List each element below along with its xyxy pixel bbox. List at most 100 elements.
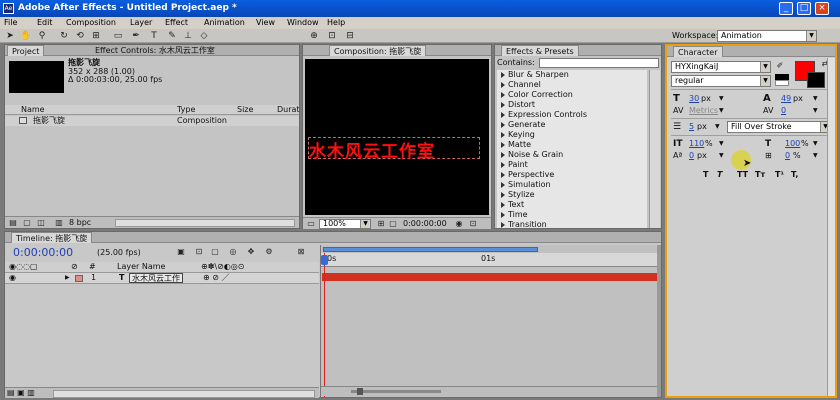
- col-layer-name[interactable]: Layer Name: [117, 262, 165, 272]
- list-item[interactable]: Paint: [497, 160, 528, 170]
- chevron-down-icon[interactable]: ▼: [813, 106, 818, 116]
- snapshot-icon[interactable]: ◉: [453, 218, 465, 230]
- layer-duration-bar[interactable]: [322, 273, 657, 281]
- tracking-value[interactable]: 0: [781, 106, 786, 116]
- pan-behind-icon[interactable]: ⊞: [90, 30, 102, 42]
- eyedropper-icon[interactable]: ✐: [774, 60, 786, 72]
- font-style-select[interactable]: regular ▼: [671, 75, 771, 87]
- tab-composition[interactable]: Composition: 拖影飞旋: [329, 45, 427, 56]
- minimize-button[interactable]: _: [779, 2, 793, 15]
- tab-project[interactable]: Project: [7, 45, 45, 56]
- list-item[interactable]: Matte: [497, 140, 531, 150]
- motion-blur-icon[interactable]: ◎: [227, 246, 239, 258]
- menu-layer[interactable]: Layer: [130, 17, 152, 29]
- table-row[interactable]: ◉ ▶ 1 T 水木风云工作 ⊕ ⊘ ／: [5, 273, 319, 284]
- chevron-down-icon[interactable]: ▼: [719, 151, 724, 161]
- footer-toggle-icons[interactable]: ▤ ▣ ▥: [7, 388, 35, 398]
- stroke-color-swatch[interactable]: [807, 72, 825, 88]
- leading-value[interactable]: 49: [781, 94, 791, 104]
- list-item[interactable]: Noise & Grain: [497, 150, 563, 160]
- chevron-down-icon[interactable]: ▼: [813, 94, 818, 104]
- table-row[interactable]: 拖影飞旋 Composition: [5, 116, 299, 126]
- list-item[interactable]: Generate: [497, 120, 545, 130]
- menu-composition[interactable]: Composition: [66, 17, 116, 29]
- list-item[interactable]: Distort: [497, 100, 535, 110]
- brainstorm-icon[interactable]: ⚙: [263, 246, 275, 258]
- tsume-value[interactable]: 0: [785, 151, 790, 161]
- list-item[interactable]: Channel: [497, 80, 541, 90]
- menu-edit[interactable]: Edit: [37, 17, 53, 29]
- all-caps-button[interactable]: TT: [737, 170, 748, 180]
- bpc-label[interactable]: 8 bpc: [69, 218, 91, 228]
- layer-name[interactable]: 水木风云工作: [129, 273, 183, 283]
- text-tool-icon[interactable]: T: [148, 30, 160, 42]
- brush-tool-icon[interactable]: ✎: [166, 30, 178, 42]
- list-item[interactable]: Blur & Sharpen: [497, 70, 569, 80]
- contains-search-input[interactable]: [539, 58, 659, 68]
- pen-tool-icon[interactable]: ✒: [130, 30, 142, 42]
- vertical-scale-value[interactable]: 110: [689, 139, 704, 149]
- tab-character[interactable]: Character: [673, 46, 723, 57]
- kerning-value[interactable]: Metrics: [689, 106, 718, 116]
- view-axis-icon[interactable]: ⊟: [344, 30, 356, 42]
- mask-tool-icon[interactable]: ▭: [112, 30, 124, 42]
- timeline-horizontal-scrollbar[interactable]: [53, 390, 315, 398]
- axis-mode-icon[interactable]: ⊕: [308, 30, 320, 42]
- layer-label-color[interactable]: [75, 275, 83, 282]
- world-axis-icon[interactable]: ⊡: [326, 30, 338, 42]
- camera-icon[interactable]: ⊡: [467, 218, 479, 230]
- zoom-slider-track[interactable]: [351, 390, 441, 393]
- zoom-tool-icon[interactable]: ⚲: [36, 30, 48, 42]
- new-comp-icon[interactable]: ◫: [35, 217, 47, 229]
- menu-animation[interactable]: Animation: [204, 17, 245, 29]
- list-item[interactable]: Transition: [497, 220, 547, 228]
- menu-file[interactable]: File: [4, 17, 17, 29]
- faux-italic-button[interactable]: T: [717, 170, 722, 180]
- interpret-footage-icon[interactable]: ▤: [7, 217, 19, 229]
- chevron-down-icon[interactable]: ▼: [719, 94, 724, 104]
- delete-icon[interactable]: ▥: [53, 217, 65, 229]
- subscript-button[interactable]: T,: [791, 170, 798, 180]
- faux-bold-button[interactable]: T: [703, 170, 708, 180]
- stroke-mode-select[interactable]: Fill Over Stroke ▼: [727, 121, 831, 133]
- project-scrollbar[interactable]: [115, 219, 295, 227]
- menu-window[interactable]: Window: [287, 17, 319, 29]
- stroke-width-value[interactable]: 5: [689, 122, 694, 132]
- layer-switch-icons[interactable]: ⊕ ⊘ ／: [203, 273, 230, 283]
- timeline-vertical-scrollbar[interactable]: [657, 245, 661, 397]
- work-area-bar[interactable]: [323, 247, 538, 252]
- horizontal-scale-value[interactable]: 100: [785, 139, 800, 149]
- menu-view[interactable]: View: [256, 17, 275, 29]
- always-preview-icon[interactable]: ▭: [305, 218, 317, 230]
- time-ruler[interactable]: 0s 01s: [321, 253, 657, 267]
- chevron-down-icon[interactable]: ▼: [813, 139, 818, 149]
- tab-effect-controls[interactable]: Effect Controls: 水木风云工作室: [91, 45, 219, 56]
- expand-triangle-icon[interactable]: ▶: [65, 273, 70, 283]
- menu-effect[interactable]: Effect: [165, 17, 188, 29]
- hand-tool-icon[interactable]: ✋: [20, 30, 32, 42]
- tab-timeline[interactable]: Timeline: 拖影飞旋: [11, 232, 93, 243]
- font-family-select[interactable]: HYXingKaiJ ▼: [671, 61, 771, 73]
- superscript-button[interactable]: T¹: [775, 170, 784, 180]
- maximize-button[interactable]: □: [797, 2, 811, 15]
- list-item[interactable]: Expression Controls: [497, 110, 587, 120]
- list-item[interactable]: Keying: [497, 130, 535, 140]
- list-item[interactable]: Simulation: [497, 180, 551, 190]
- col-size[interactable]: Size: [237, 105, 253, 115]
- composition-viewer[interactable]: 水木风云工作室: [305, 59, 489, 215]
- playhead-handle[interactable]: [321, 255, 328, 265]
- clone-stamp-icon[interactable]: ⊥: [182, 30, 194, 42]
- chevron-down-icon[interactable]: ▼: [719, 139, 724, 149]
- col-name[interactable]: Name: [21, 105, 45, 115]
- timeline-timecode[interactable]: 0:00:00:00: [13, 246, 73, 260]
- chevron-down-icon[interactable]: ▼: [719, 106, 724, 116]
- menu-help[interactable]: Help: [327, 17, 345, 29]
- small-caps-button[interactable]: Tт: [755, 170, 765, 180]
- character-scrollbar[interactable]: [827, 58, 835, 396]
- zoom-select[interactable]: 100% ▼: [319, 219, 371, 229]
- grid-icon[interactable]: ⊞: [375, 218, 387, 230]
- rotate-tool-icon[interactable]: ↻: [58, 30, 70, 42]
- orbit-camera-icon[interactable]: ⟲: [74, 30, 86, 42]
- white-swatch[interactable]: [775, 80, 789, 86]
- effects-scrollbar[interactable]: [649, 70, 660, 228]
